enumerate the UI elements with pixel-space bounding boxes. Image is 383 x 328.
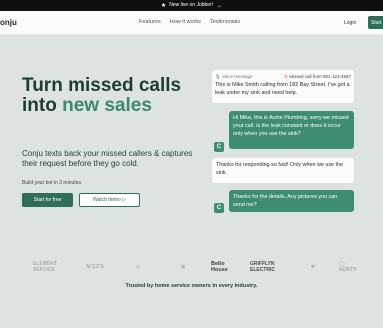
login-link[interactable]: Login [344, 20, 356, 26]
bot-message: Hi Mike, this is Acme Plumbing, sorry we… [229, 111, 354, 149]
hero-title-highlight: new sales [62, 95, 152, 116]
nav-link-how-it-works[interactable]: How it works [170, 19, 201, 25]
phone-icon: ✆ [284, 74, 288, 79]
bot-avatar: C [214, 142, 224, 152]
navigation-bar: onju Features How it works Testimonials … [0, 11, 383, 35]
start-button[interactable]: Start [368, 16, 383, 29]
customer-logo: ◯ NORTH [339, 261, 357, 273]
trusted-by-caption: Trusted by home service owners in every … [125, 283, 258, 289]
hero-title: Turn missed calls into new sales [22, 76, 202, 116]
customer-logo: ✺ [310, 264, 316, 270]
nav-link-features[interactable]: Features [139, 19, 161, 25]
star-icon: ★ [160, 2, 167, 9]
watch-demo-button[interactable]: Watch demo ▷ [79, 193, 140, 207]
missed-call-text: Missed call from 901-123-4567 [289, 74, 351, 79]
announcement-bar[interactable]: ★ New live on Jobber! → [0, 0, 383, 11]
customer-logos: ELEMENT SERVICE M CO'S ◎ ▣ Bello House G… [0, 256, 383, 278]
customer-logo: ELEMENT SERVICE [33, 261, 57, 273]
customer-logo: ▣ [180, 264, 186, 270]
voice-message-label: 🎙 Voice message [215, 74, 253, 79]
announcement-text[interactable]: New live on Jobber! [169, 3, 213, 8]
hero-subtitle: Conju texts back your missed callers & c… [22, 149, 193, 168]
customer-logo: ◎ [135, 264, 141, 270]
start-for-free-button[interactable]: Start for free [22, 193, 73, 207]
nav-link-testimonials[interactable]: Testimonials [210, 19, 240, 25]
bot-message: Thanks for the details. Any pictures you… [229, 190, 354, 212]
message-header: 🎙 Voice message ✆ Missed call from 901-1… [215, 73, 351, 80]
nav-links: Features How it works Testimonials [139, 19, 240, 25]
caller-message: Thanks for responding so fast! Only when… [212, 158, 354, 183]
customer-logo: Bello House [211, 261, 228, 273]
customer-logo: GRIFFLYN ELECTRIC [250, 261, 275, 273]
voice-message-bubble: 🎙 Voice message ✆ Missed call from 901-1… [212, 70, 354, 103]
arrow-right-icon: → [216, 2, 223, 9]
missed-call-label: ✆ Missed call from 901-123-4567 [284, 73, 351, 80]
customer-logo: M CO'S [86, 264, 104, 270]
message-text: This is Mike Smith calling from 182 Bay … [215, 82, 350, 96]
bot-avatar: C [214, 203, 224, 213]
brand-logo[interactable]: onju [0, 18, 17, 27]
voice-label-text: Voice message [221, 74, 253, 79]
build-caption: Build your bot in 3 minutes. [22, 180, 83, 186]
